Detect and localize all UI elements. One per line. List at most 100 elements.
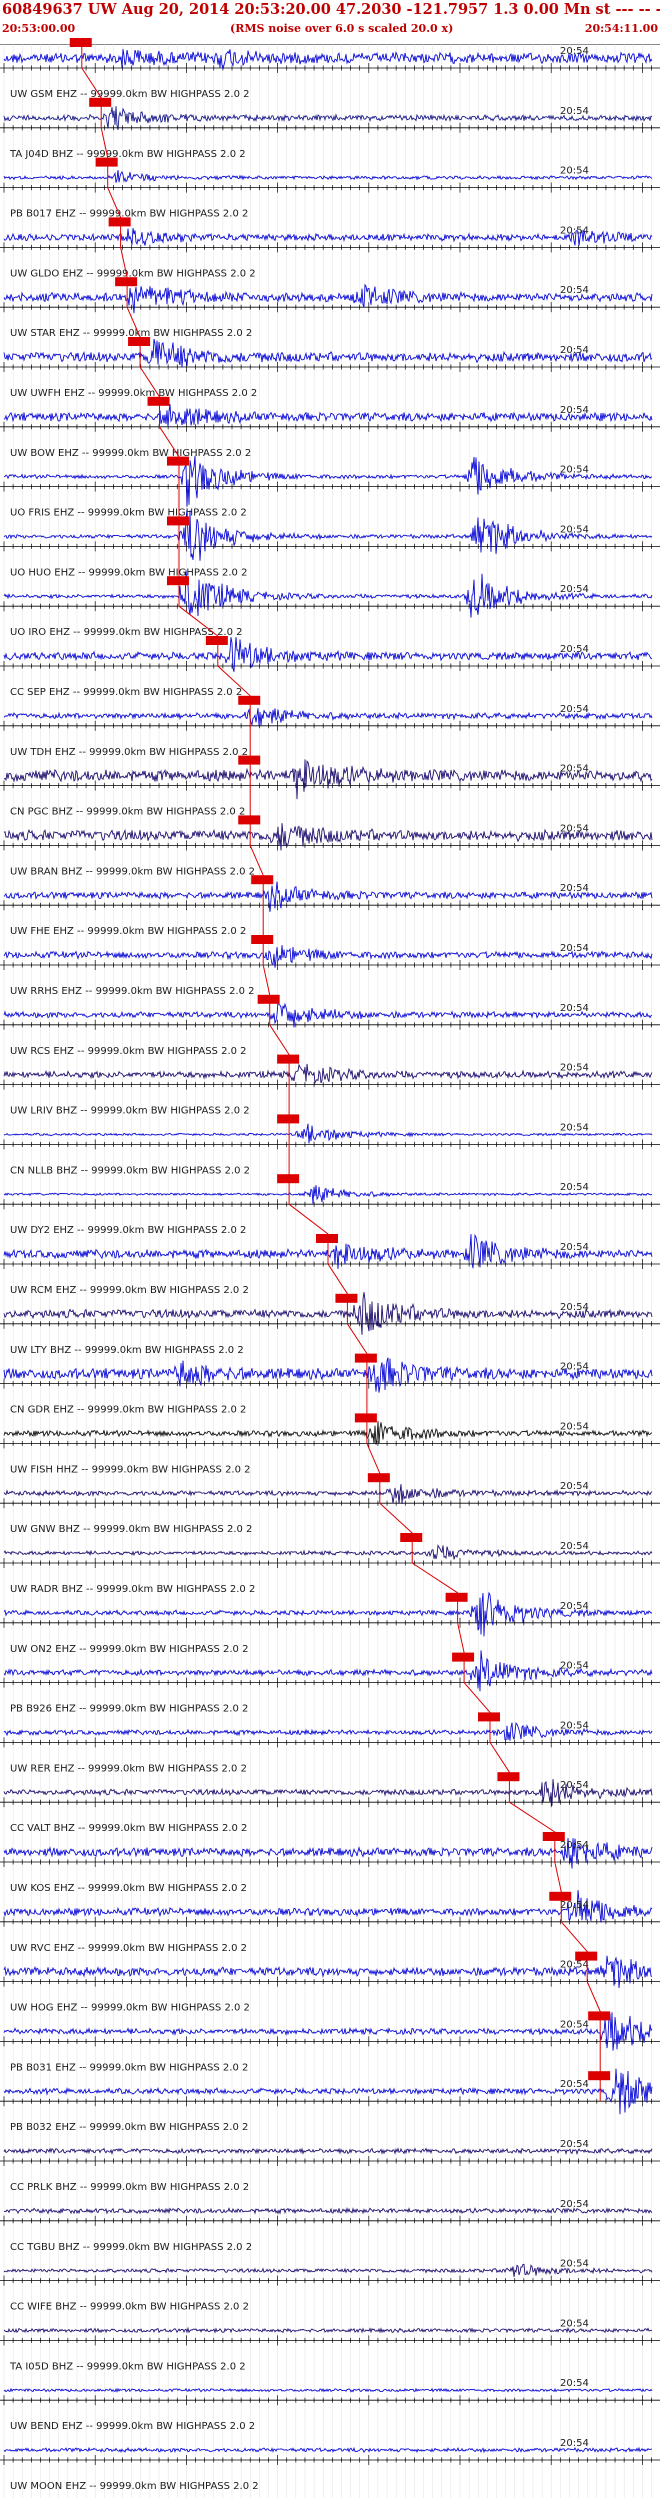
pick-marker: [445, 1592, 468, 1602]
trace-row: 20:54 UW LTY BHZ -- 99999.0km BW HIGHPASS…: [0, 1292, 660, 1356]
trace-time-label: 20:54: [560, 2199, 589, 2210]
station-label: UW RRHS EHZ -- 99999.0km BW HIGHPASS 2.0…: [10, 986, 255, 997]
trace-time-label: 20:54: [560, 1541, 589, 1552]
pick-marker: [238, 815, 261, 825]
trace-row: 20:54 UW MOON EHZ -- 99999.0km BW HIGHPAS…: [0, 2438, 660, 2492]
trace-row: 20:54 UW KOS EHZ -- 99999.0km BW HIGHPASS…: [0, 1832, 660, 1894]
waveform: [3, 1484, 653, 1504]
trace-row: 20:54 CC TGBU BHZ -- 99999.0km BW HIGHPAS…: [0, 2199, 660, 2253]
waveform: [3, 637, 653, 672]
pick-marker: [549, 1891, 572, 1901]
pick-marker: [354, 1353, 377, 1363]
trace-time-label: 20:54: [560, 764, 589, 775]
pick-marker: [542, 1832, 565, 1841]
pick-marker: [89, 97, 112, 107]
waveform: [3, 1123, 653, 1144]
trace-time-label: 20:54: [560, 166, 589, 177]
trace-time-label: 20:54: [560, 524, 589, 535]
trace-row: 20:54 CN GDR EHZ -- 99999.0km BW HIGHPASS…: [0, 1353, 660, 1416]
trace-time-label: 20:54: [560, 2378, 589, 2389]
waveform: [3, 1421, 653, 1445]
trace-time-label: 20:54: [560, 823, 589, 834]
trace-time-label: 20:54: [560, 1780, 589, 1791]
trace-row: 20:54 UW FHE EHZ -- 99999.0km BW HIGHPASS…: [0, 875, 660, 937]
trace-time-label: 20:54: [560, 1720, 589, 1731]
pick-marker: [588, 2071, 611, 2081]
station-label: CN PGC BHZ -- 99999.0km BW HIGHPASS 2.0 …: [10, 807, 245, 818]
waveform: [3, 1591, 652, 1637]
trace-row: 20:54 UW DY2 EHZ -- 99999.0km BW HIGHPASS…: [0, 1174, 660, 1236]
waveform: [3, 759, 653, 800]
station-label: PB B031 EHZ -- 99999.0km BW HIGHPASS 2.0…: [10, 2062, 248, 2073]
pick-marker: [316, 1234, 338, 1243]
station-label: CN NLLB BHZ -- 99999.0km BW HIGHPASS 2.0…: [10, 1165, 250, 1176]
station-label: UW FISH HHZ -- 99999.0km BW HIGHPASS 2.0…: [10, 1464, 251, 1475]
pick-marker: [115, 277, 138, 287]
station-label: UW HOG EHZ -- 99999.0km BW HIGHPASS 2.0 …: [10, 2003, 250, 2014]
station-label: UW BRAN BHZ -- 99999.0km BW HIGHPASS 2.0…: [10, 866, 255, 877]
trace-time-label: 20:54: [560, 1063, 589, 1074]
trace-row: 20:54 UW RCM EHZ -- 99999.0km BW HIGHPASS…: [0, 1233, 660, 1296]
station-label: UW LRIV BHZ -- 99999.0km BW HIGHPASS 2.0…: [10, 1106, 250, 1117]
trace-time-label: 20:54: [560, 2438, 589, 2449]
waveform: [3, 1650, 653, 1692]
pick-marker: [147, 396, 170, 406]
waveform: [3, 708, 653, 727]
trace-row: 20:54 PB B032 EHZ -- 99999.0km BW HIGHPAS…: [0, 2068, 660, 2133]
station-label: UW MOON EHZ -- 99999.0km BW HIGHPASS 2.0…: [10, 2481, 259, 2492]
trace-row: 20:54 TA J04D BHZ -- 99999.0km BW HIGHPAS…: [0, 97, 660, 160]
pick-marker: [478, 1712, 500, 1722]
station-label: CC SEP EHZ -- 99999.0km BW HIGHPASS 2.0 …: [10, 687, 242, 698]
waveform: [3, 2326, 653, 2334]
pick-marker: [575, 1951, 598, 1961]
waveform: [3, 2012, 653, 2051]
trace-row: 20:54 UW RADR BHZ -- 99999.0km BW HIGHPAS…: [0, 1533, 660, 1595]
station-label: CC WIFE BHZ -- 99999.0km BW HIGHPASS 2.0…: [10, 2302, 249, 2313]
station-label: UO HUO EHZ -- 99999.0km BW HIGHPASS 2.0 …: [10, 567, 247, 578]
pick-marker: [95, 157, 118, 167]
trace-time-label: 20:54: [560, 1840, 589, 1851]
trace-time-label: 20:54: [560, 1003, 589, 1014]
station-label: UW KOS EHZ -- 99999.0km BW HIGHPASS 2.0 …: [10, 1883, 247, 1894]
waveform: [3, 1357, 653, 1393]
pick-marker: [367, 1473, 390, 1483]
pick-marker: [588, 2011, 611, 2021]
station-label: UW ON2 EHZ -- 99999.0km BW HIGHPASS 2.0 …: [10, 1644, 248, 1655]
trace-time-label: 20:54: [560, 106, 589, 117]
pick-marker: [354, 1413, 377, 1423]
trace-row: 20:54 UW FISH HHZ -- 99999.0km BW HIGHPAS…: [0, 1413, 660, 1475]
pick-marker: [277, 1054, 300, 1064]
waveform: [3, 1779, 653, 1806]
pick-marker: [400, 1533, 423, 1542]
pick-marker: [452, 1652, 475, 1662]
station-label: CC PRLK BHZ -- 99999.0km BW HIGHPASS 2.0…: [10, 2182, 249, 2193]
pick-marker: [251, 935, 274, 944]
trace-row: 20:54 CN NLLB BHZ -- 99999.0km BW HIGHPAS…: [0, 1114, 660, 1176]
trace-row: 20:54 UW UWFH EHZ -- 99999.0km BW HIGHPAS…: [0, 337, 660, 399]
trace-row: 20:54 UW GSM EHZ -- 99999.0km BW HIGHPASS…: [0, 38, 660, 100]
pick-marker: [238, 755, 261, 765]
station-label: UW RADR BHZ -- 99999.0km BW HIGHPASS 2.0…: [10, 1584, 255, 1595]
station-label: CN GDR EHZ -- 99999.0km BW HIGHPASS 2.0 …: [10, 1405, 246, 1416]
waveform: [3, 283, 653, 314]
station-label: UW RCM EHZ -- 99999.0km BW HIGHPASS 2.0 …: [10, 1285, 249, 1296]
trace-time-label: 20:54: [560, 285, 589, 296]
pick-marker: [277, 1114, 300, 1124]
pick-marker: [69, 38, 92, 47]
trace-row: 20:54 UW TDH EHZ -- 99999.0km BW HIGHPASS…: [0, 695, 660, 758]
waveform: [3, 2147, 653, 2156]
pick-marker: [205, 636, 228, 645]
pick-marker: [128, 337, 151, 346]
trace-row: 20:54UO IRO EHZ -- 99999.0km BW HIGHPASS…: [0, 570, 660, 638]
pick-marker: [108, 217, 131, 227]
waveform: [3, 338, 653, 368]
trace-time-label: 20:54: [560, 1601, 589, 1612]
station-label: UW DY2 EHZ -- 99999.0km BW HIGHPASS 2.0 …: [10, 1225, 246, 1236]
trace-row: 20:54 PB B926 EHZ -- 99999.0km BW HIGHPAS…: [0, 1650, 660, 1715]
trace-time-label: 20:54: [560, 1242, 589, 1253]
trace-time-label: 20:54: [560, 584, 589, 595]
station-label: UW RVC EHZ -- 99999.0km BW HIGHPASS 2.0 …: [10, 1943, 247, 1954]
waveform: [3, 169, 653, 183]
pick-marker: [166, 576, 189, 586]
trace-row: 20:54 CC WIFE BHZ -- 99999.0km BW HIGHPAS…: [0, 2259, 660, 2313]
